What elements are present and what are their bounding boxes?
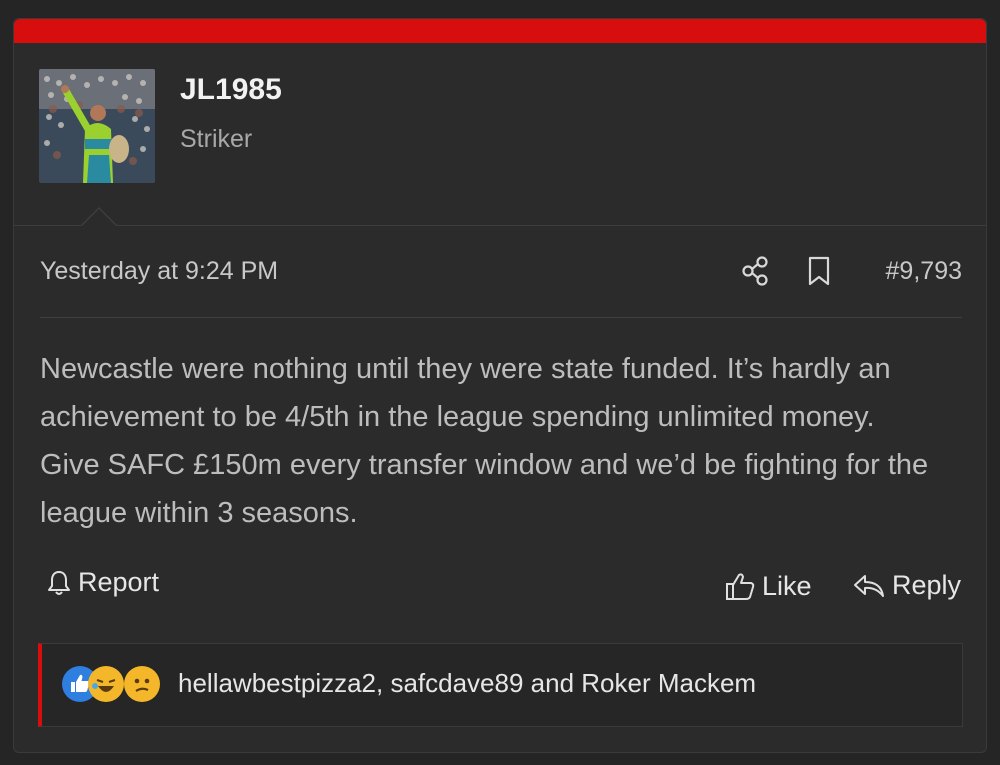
report-label: Report xyxy=(78,567,160,597)
forum-post: JL1985 Striker Yesterday at 9:24 PM #9,7… xyxy=(13,18,987,753)
avatar[interactable] xyxy=(39,69,155,183)
post-actions: Report Like Reply xyxy=(40,567,962,611)
reply-label: Reply xyxy=(892,570,962,600)
reaction-icons[interactable] xyxy=(62,666,174,706)
reply-button[interactable]: Reply xyxy=(852,570,961,601)
laugh-reaction-icon xyxy=(88,666,124,702)
thumbs-up-icon xyxy=(726,573,755,600)
share-button[interactable] xyxy=(740,255,774,289)
post-header-bar xyxy=(14,19,986,43)
post-body: Newcastle were nothing until they were s… xyxy=(40,353,929,529)
like-label: Like xyxy=(762,570,812,601)
bookmark-icon xyxy=(808,256,830,286)
share-icon xyxy=(742,256,768,286)
username[interactable]: JL1985 xyxy=(180,73,282,107)
report-button[interactable]: Report xyxy=(46,567,159,598)
bell-icon xyxy=(48,570,70,595)
meta-divider xyxy=(40,317,962,318)
reply-arrow-icon xyxy=(854,574,884,597)
user-header: JL1985 Striker xyxy=(14,43,986,227)
reaction-names-link[interactable]: hellawbestpizza2, safcdave89 and Roker M… xyxy=(178,668,756,699)
like-button[interactable]: Like xyxy=(724,570,812,602)
user-title: Striker xyxy=(180,125,253,153)
confused-reaction-icon xyxy=(124,666,160,702)
post-timestamp[interactable]: Yesterday at 9:24 PM xyxy=(40,257,278,286)
post-number-link[interactable]: #9,793 xyxy=(886,257,962,286)
bookmark-button[interactable] xyxy=(806,255,836,289)
reactions-bar: hellawbestpizza2, safcdave89 and Roker M… xyxy=(38,643,963,727)
pointer-caret-fill xyxy=(81,209,117,227)
post-meta: Yesterday at 9:24 PM #9,793 xyxy=(40,255,962,299)
